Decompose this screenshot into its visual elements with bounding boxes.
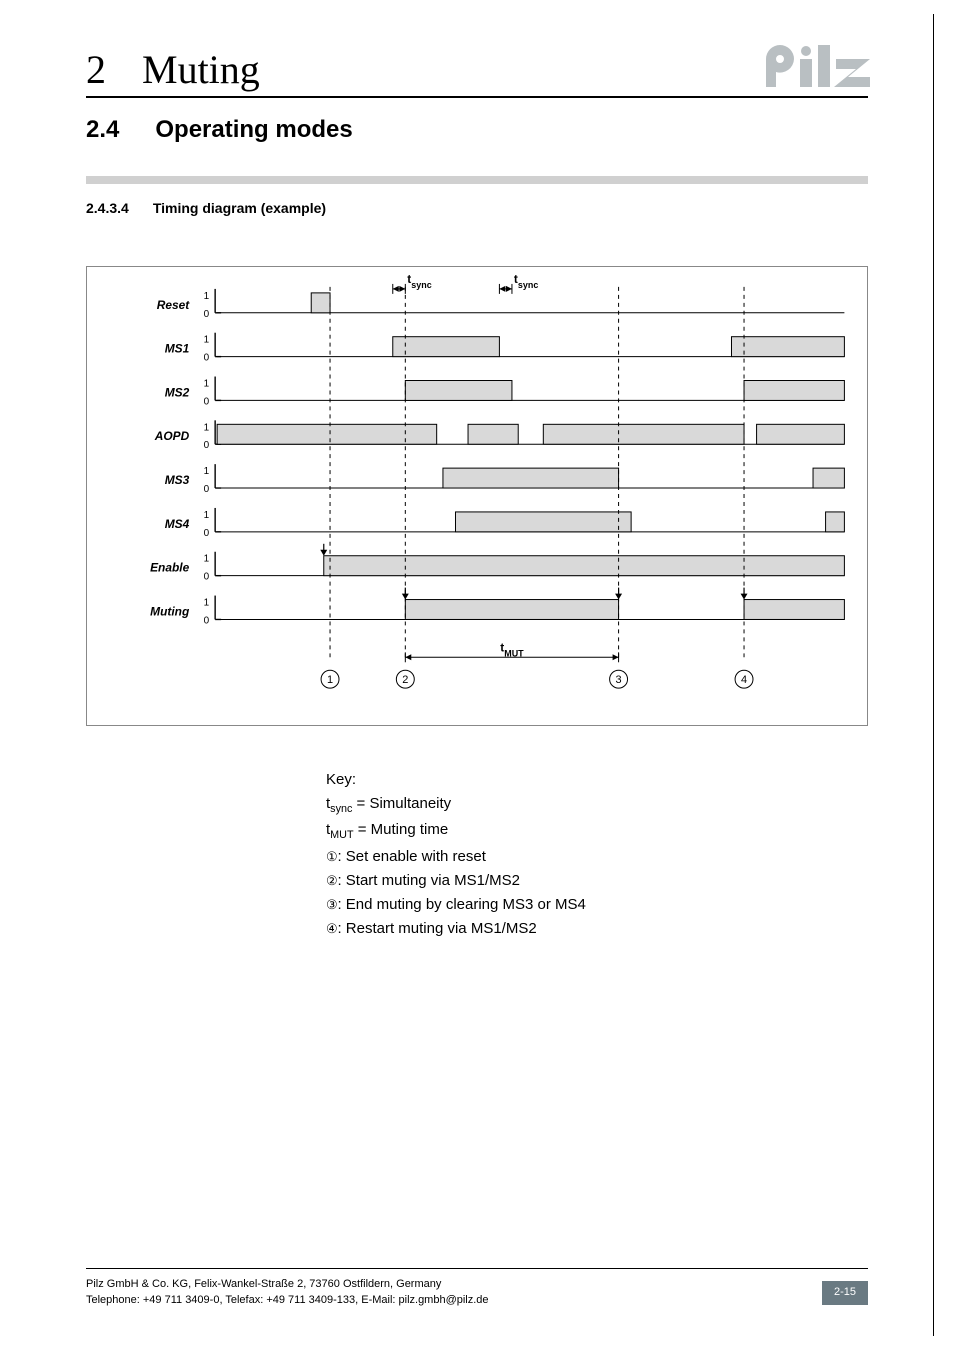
svg-text:4: 4 [741, 674, 747, 686]
section-number: 2.4 [86, 116, 119, 144]
svg-text:Enable: Enable [150, 561, 190, 575]
svg-text:1: 1 [204, 598, 210, 609]
key-line: ③: End muting by clearing MS3 or MS4 [326, 893, 826, 917]
footer-line1: Pilz GmbH & Co. KG, Felix-Wankel-Straße … [86, 1277, 489, 1292]
footer-text: Pilz GmbH & Co. KG, Felix-Wankel-Straße … [86, 1277, 489, 1308]
svg-text:MS2: MS2 [165, 385, 190, 399]
svg-text:0: 0 [204, 353, 210, 364]
header-left: 2 Muting [86, 46, 260, 93]
svg-text:Muting: Muting [150, 604, 190, 618]
svg-text:tsync: tsync [407, 272, 431, 290]
svg-text:1: 1 [204, 422, 210, 433]
section-divider [86, 176, 868, 184]
svg-text:MS3: MS3 [165, 473, 190, 487]
svg-text:2: 2 [402, 674, 408, 686]
svg-text:0: 0 [204, 615, 210, 626]
svg-text:AOPD: AOPD [154, 429, 190, 443]
section-title: Operating modes [155, 116, 352, 144]
key-line: tMUT = Muting time [326, 818, 826, 844]
svg-text:1: 1 [204, 291, 210, 302]
subsection-number: 2.4.3.4 [86, 200, 129, 216]
svg-text:1: 1 [204, 554, 210, 565]
key-heading: Key: [326, 768, 826, 792]
figure-key: Key: tsync = SimultaneitytMUT = Muting t… [326, 768, 826, 941]
timing-diagram-svg: Reset 1 0 MS1 1 0 MS2 1 0 AOPD 1 0 MS3 1 0 MS4 1 0 Enable 1… [87, 267, 867, 725]
svg-text:0: 0 [204, 528, 210, 539]
svg-text:0: 0 [204, 309, 210, 320]
svg-text:tMUT: tMUT [500, 640, 524, 658]
page-number-badge: 2-15 [822, 1281, 868, 1304]
svg-text:1: 1 [204, 466, 210, 477]
svg-text:0: 0 [204, 484, 210, 495]
pilz-logo-icon [764, 45, 874, 94]
svg-text:Reset: Reset [157, 298, 191, 312]
svg-text:tsync: tsync [514, 272, 538, 290]
timing-diagram-figure: Reset 1 0 MS1 1 0 MS2 1 0 AOPD 1 0 MS3 1 0 MS4 1 0 Enable 1… [86, 266, 868, 726]
subsection-title: Timing diagram (example) [153, 200, 326, 216]
svg-text:0: 0 [204, 440, 210, 451]
subsection-heading: 2.4.3.4 Timing diagram (example) [86, 200, 326, 216]
svg-text:MS1: MS1 [165, 342, 190, 356]
svg-text:3: 3 [616, 674, 622, 686]
page-header: 2 Muting [86, 42, 868, 98]
key-line: ①: Set enable with reset [326, 845, 826, 869]
section-heading: 2.4 Operating modes [86, 116, 868, 144]
chapter-number: 2 [86, 46, 106, 93]
page-footer: Pilz GmbH & Co. KG, Felix-Wankel-Straße … [86, 1268, 868, 1308]
chapter-title: Muting [142, 46, 260, 93]
key-line: ④: Restart muting via MS1/MS2 [326, 917, 826, 941]
footer-line2: Telephone: +49 711 3409-0, Telefax: +49 … [86, 1293, 489, 1308]
key-line: tsync = Simultaneity [326, 792, 826, 818]
svg-text:MS4: MS4 [165, 517, 190, 531]
svg-text:1: 1 [204, 510, 210, 521]
svg-text:0: 0 [204, 396, 210, 407]
svg-text:1: 1 [204, 335, 210, 346]
page-right-rule [933, 14, 934, 1336]
svg-text:1: 1 [204, 378, 210, 389]
svg-text:0: 0 [204, 572, 210, 583]
key-line: ②: Start muting via MS1/MS2 [326, 869, 826, 893]
svg-text:1: 1 [327, 674, 333, 686]
